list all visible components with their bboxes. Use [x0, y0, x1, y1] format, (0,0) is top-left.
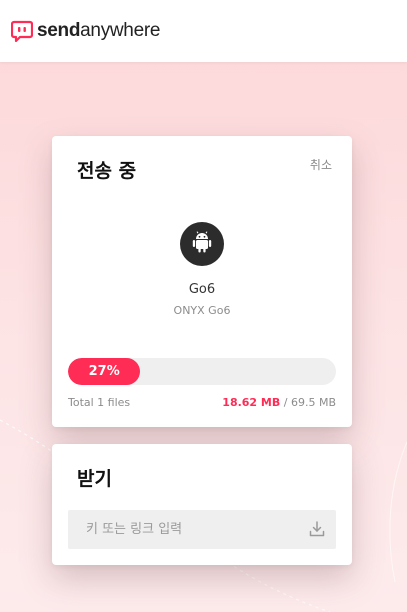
receive-key-field: [68, 510, 336, 549]
size-info: 18.62 MB / 69.5 MB: [222, 396, 336, 409]
logo-text: sendanywhere: [37, 20, 160, 42]
logo-text-bold: send: [37, 20, 81, 41]
size-sent: 18.62 MB: [222, 396, 281, 409]
receive-card: 받기: [52, 444, 352, 565]
android-icon: [191, 230, 213, 258]
cancel-button[interactable]: 취소: [310, 156, 332, 173]
transfer-title: 전송 중: [77, 160, 137, 182]
device-avatar: [180, 222, 224, 266]
transfer-card: 전송 중 취소 Go6 ONYX Go6 27% Total 1 files 1…: [52, 136, 352, 427]
logo[interactable]: sendanywhere: [10, 18, 160, 44]
download-icon[interactable]: [308, 520, 326, 538]
receive-key-input[interactable]: [68, 510, 298, 549]
progress-label: 27%: [88, 364, 120, 379]
progress-fill: 27%: [68, 358, 141, 385]
total-files: Total 1 files: [68, 396, 131, 409]
receive-title: 받기: [77, 468, 112, 490]
app-header: sendanywhere: [0, 0, 407, 62]
logo-text-light: anywhere: [80, 20, 161, 41]
send-anywhere-logo-icon: [10, 20, 34, 43]
progress-bar: 27%: [68, 358, 336, 385]
size-separator: /: [280, 396, 291, 409]
size-total: 69.5 MB: [290, 396, 336, 409]
device-model: ONYX Go6: [173, 304, 231, 317]
device-name: Go6: [188, 282, 216, 297]
